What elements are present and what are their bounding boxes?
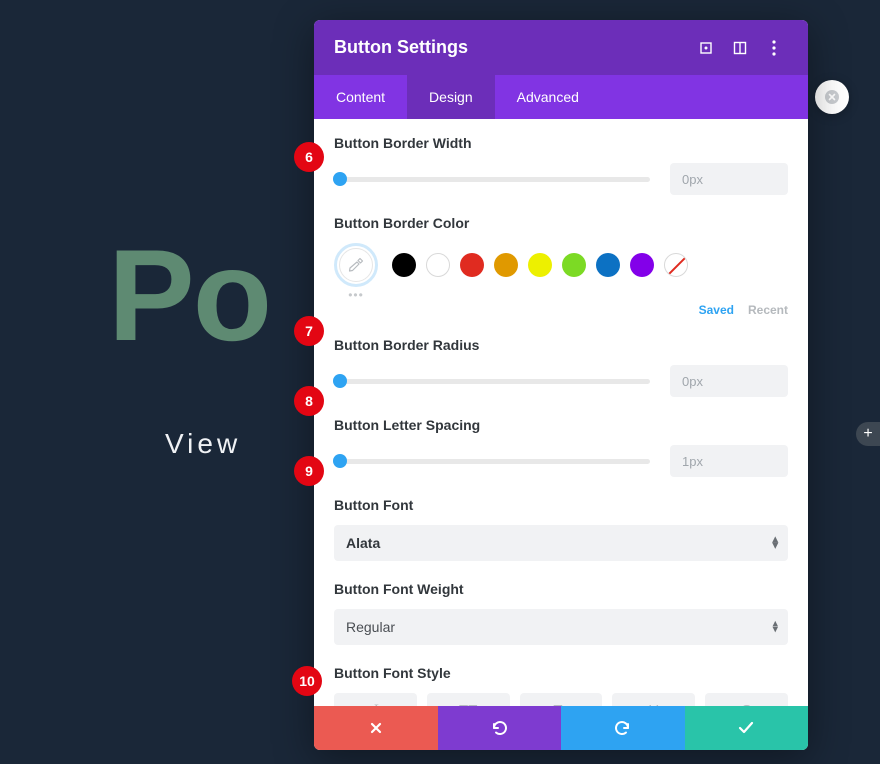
border-width-value[interactable]: 0px (670, 163, 788, 195)
letter-spacing-label: Button Letter Spacing (334, 417, 788, 433)
tab-design[interactable]: Design (407, 75, 495, 119)
border-radius-slider[interactable] (334, 379, 650, 384)
add-module-button[interactable]: + (856, 422, 880, 446)
panel-tabs: Content Design Advanced (314, 75, 808, 119)
more-icon-svg (772, 40, 776, 56)
field-font-weight: Button Font Weight Regular ▴▾ (334, 581, 788, 645)
color-swatch-green[interactable] (562, 253, 586, 277)
font-weight-select[interactable]: Regular ▴▾ (334, 609, 788, 645)
save-button[interactable] (685, 706, 809, 750)
annotation-marker-6: 6 (294, 142, 324, 172)
annotation-marker-9: 9 (294, 456, 324, 486)
font-select[interactable]: Alata ▴▾ (334, 525, 788, 561)
color-swatch-red[interactable] (460, 253, 484, 277)
border-radius-slider-thumb[interactable] (333, 374, 347, 388)
expand-icon[interactable] (692, 34, 720, 62)
font-select-value: Alata (346, 535, 380, 551)
settings-panel: Button Settings Content Design Advanced … (314, 20, 808, 750)
font-style-uppercase[interactable]: TT (427, 693, 510, 706)
field-letter-spacing: Button Letter Spacing 1px (334, 417, 788, 477)
color-swatch-white[interactable] (426, 253, 450, 277)
eyedropper-icon (347, 256, 365, 274)
expand-icon-svg (699, 41, 713, 55)
redo-icon (614, 720, 632, 736)
close-icon (369, 721, 383, 735)
font-label: Button Font (334, 497, 788, 513)
annotation-marker-7: 7 (294, 316, 324, 346)
color-swatch-yellow[interactable] (528, 253, 552, 277)
letter-spacing-value[interactable]: 1px (670, 445, 788, 477)
field-font: Button Font Alata ▴▾ (334, 497, 788, 561)
font-weight-label: Button Font Weight (334, 581, 788, 597)
color-swatch-row: ••• (334, 243, 788, 287)
color-swatch-blue[interactable] (596, 253, 620, 277)
annotation-marker-10: 10 (292, 666, 322, 696)
field-border-width: Button Border Width 0px (334, 135, 788, 195)
color-picker-button[interactable]: ••• (334, 243, 378, 287)
tab-content[interactable]: Content (314, 75, 407, 119)
background-text-po: Po (108, 230, 270, 360)
letter-spacing-slider-thumb[interactable] (333, 454, 347, 468)
annotation-marker-8: 8 (294, 386, 324, 416)
border-width-slider[interactable] (334, 177, 650, 182)
color-swatch-black[interactable] (392, 253, 416, 277)
panel-title: Button Settings (334, 37, 686, 58)
redo-button[interactable] (561, 706, 685, 750)
close-panel-bubble[interactable] (815, 80, 849, 114)
layout-icon-svg (733, 41, 747, 55)
cancel-button[interactable] (314, 706, 438, 750)
chevron-updown-icon: ▴▾ (772, 622, 778, 633)
color-swatch-orange[interactable] (494, 253, 518, 277)
plus-icon: + (863, 425, 872, 443)
color-tab-recent[interactable]: Recent (748, 303, 788, 317)
field-border-color: Button Border Color ••• Sav (334, 215, 788, 317)
color-tab-saved[interactable]: Saved (699, 303, 734, 317)
color-swatch-none[interactable] (664, 253, 688, 277)
undo-button[interactable] (438, 706, 562, 750)
border-width-label: Button Border Width (334, 135, 788, 151)
border-radius-value[interactable]: 0px (670, 365, 788, 397)
border-width-slider-thumb[interactable] (333, 172, 347, 186)
border-radius-label: Button Border Radius (334, 337, 788, 353)
close-icon (824, 89, 840, 105)
letter-spacing-slider[interactable] (334, 459, 650, 464)
panel-header: Button Settings (314, 20, 808, 75)
check-icon (738, 721, 754, 735)
font-style-italic[interactable]: I (334, 693, 417, 706)
font-style-capitalize[interactable]: TT (520, 693, 603, 706)
color-more-icon[interactable]: ••• (348, 288, 364, 302)
color-swatch-purple[interactable] (630, 253, 654, 277)
field-font-style: Button Font Style I TT TT U S (334, 665, 788, 706)
more-icon[interactable] (760, 34, 788, 62)
font-style-underline[interactable]: U (612, 693, 695, 706)
undo-icon (490, 720, 508, 736)
field-border-radius: Button Border Radius 0px (334, 337, 788, 397)
panel-footer (314, 706, 808, 750)
tab-advanced[interactable]: Advanced (495, 75, 601, 119)
border-color-label: Button Border Color (334, 215, 788, 231)
layout-icon[interactable] (726, 34, 754, 62)
font-weight-select-value: Regular (346, 619, 395, 635)
chevron-updown-icon: ▴▾ (772, 538, 778, 549)
font-style-strikethrough[interactable]: S (705, 693, 788, 706)
background-text-view: View (165, 428, 241, 460)
panel-body[interactable]: Button Border Width 0px Button Border Co… (314, 119, 808, 706)
font-style-label: Button Font Style (334, 665, 788, 681)
